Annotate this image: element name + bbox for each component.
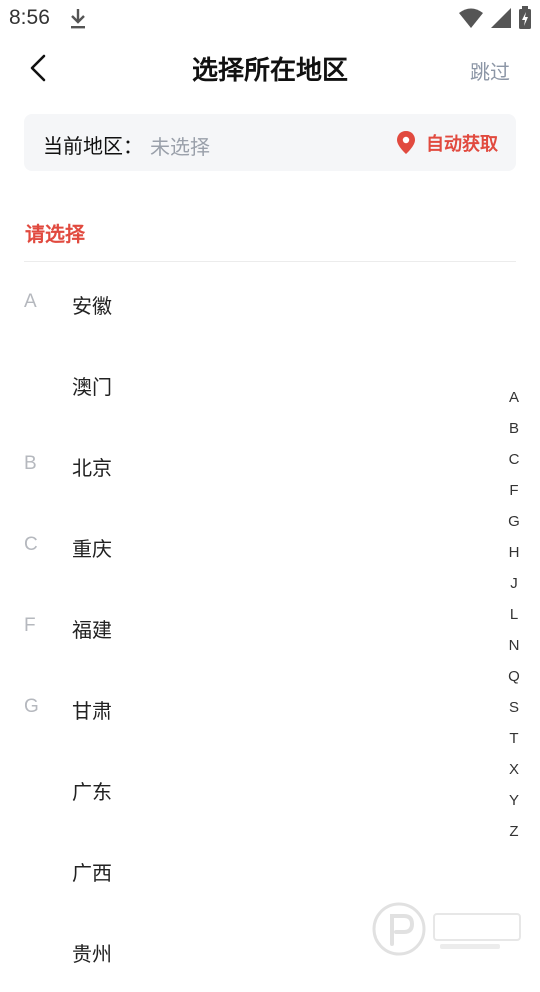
current-region-card: 当前地区： 未选择 自动获取 bbox=[24, 114, 516, 171]
alpha-index-item[interactable]: G bbox=[508, 510, 520, 541]
region-name: 北京 bbox=[72, 456, 112, 480]
alpha-index-item[interactable]: A bbox=[509, 386, 519, 417]
region-name: 福建 bbox=[72, 618, 112, 642]
alpha-index-item[interactable]: N bbox=[509, 634, 520, 665]
alpha-index-item[interactable]: L bbox=[510, 603, 518, 634]
skip-button[interactable]: 跳过 bbox=[470, 56, 510, 85]
battery-icon bbox=[518, 6, 532, 34]
list-item[interactable]: C 重庆 bbox=[0, 506, 500, 587]
auto-get-location-button[interactable]: 自动获取 bbox=[396, 130, 498, 156]
alpha-index-item[interactable]: C bbox=[509, 448, 520, 479]
wifi-icon bbox=[458, 7, 484, 33]
alpha-index-item[interactable]: H bbox=[509, 541, 520, 572]
alphabet-index[interactable]: A B C F G H J L N Q S T X Y Z bbox=[504, 386, 524, 851]
status-bar: 8:56 bbox=[0, 0, 540, 36]
alpha-index-item[interactable]: X bbox=[509, 758, 519, 789]
current-region-label: 当前地区： bbox=[43, 134, 143, 158]
list-item[interactable]: B 北京 bbox=[0, 425, 500, 506]
region-name: 广西 bbox=[72, 861, 112, 885]
list-item[interactable]: 澳门 bbox=[0, 344, 500, 425]
current-region-value: 未选择 bbox=[150, 135, 210, 159]
region-name: 广东 bbox=[72, 780, 112, 804]
list-item[interactable]: 广东 bbox=[0, 749, 500, 830]
status-time: 8:56 bbox=[9, 6, 50, 29]
region-group-letter: F bbox=[24, 615, 36, 636]
auto-get-label: 自动获取 bbox=[426, 134, 498, 155]
alpha-index-item[interactable]: F bbox=[509, 479, 518, 510]
location-pin-icon bbox=[397, 131, 415, 154]
alpha-index-item[interactable]: J bbox=[510, 572, 518, 603]
alpha-index-item[interactable]: B bbox=[509, 417, 519, 448]
region-group-letter: A bbox=[24, 291, 37, 312]
region-name: 安徽 bbox=[72, 294, 112, 318]
header: 选择所在地区 跳过 bbox=[0, 36, 540, 100]
region-name: 澳门 bbox=[72, 375, 112, 399]
alpha-index-item[interactable]: Y bbox=[509, 789, 519, 820]
status-icons bbox=[458, 6, 532, 34]
region-group-letter: C bbox=[24, 534, 38, 555]
alpha-index-item[interactable]: Z bbox=[509, 820, 518, 851]
alpha-index-item[interactable]: S bbox=[509, 696, 519, 727]
region-name: 甘肃 bbox=[72, 699, 112, 723]
signal-icon bbox=[490, 7, 512, 33]
section-title: 请选择 bbox=[25, 222, 85, 246]
watermark-logo bbox=[370, 900, 530, 958]
list-item[interactable]: F 福建 bbox=[0, 587, 500, 668]
list-item[interactable]: 广西 bbox=[0, 830, 500, 911]
region-name: 贵州 bbox=[72, 942, 112, 966]
list-item[interactable]: A 安徽 bbox=[0, 263, 500, 344]
alpha-index-item[interactable]: T bbox=[509, 727, 518, 758]
divider bbox=[24, 261, 516, 262]
list-item[interactable]: G 甘肃 bbox=[0, 668, 500, 749]
alpha-index-item[interactable]: Q bbox=[508, 665, 520, 696]
page-title: 选择所在地区 bbox=[191, 56, 348, 86]
region-name: 重庆 bbox=[72, 537, 112, 561]
region-group-letter: B bbox=[24, 453, 37, 474]
download-icon bbox=[66, 6, 90, 30]
region-list: A 安徽 澳门 B 北京 C 重庆 F 福建 G 甘肃 广东 广西 贵州 bbox=[0, 263, 500, 992]
region-group-letter: G bbox=[24, 696, 39, 717]
